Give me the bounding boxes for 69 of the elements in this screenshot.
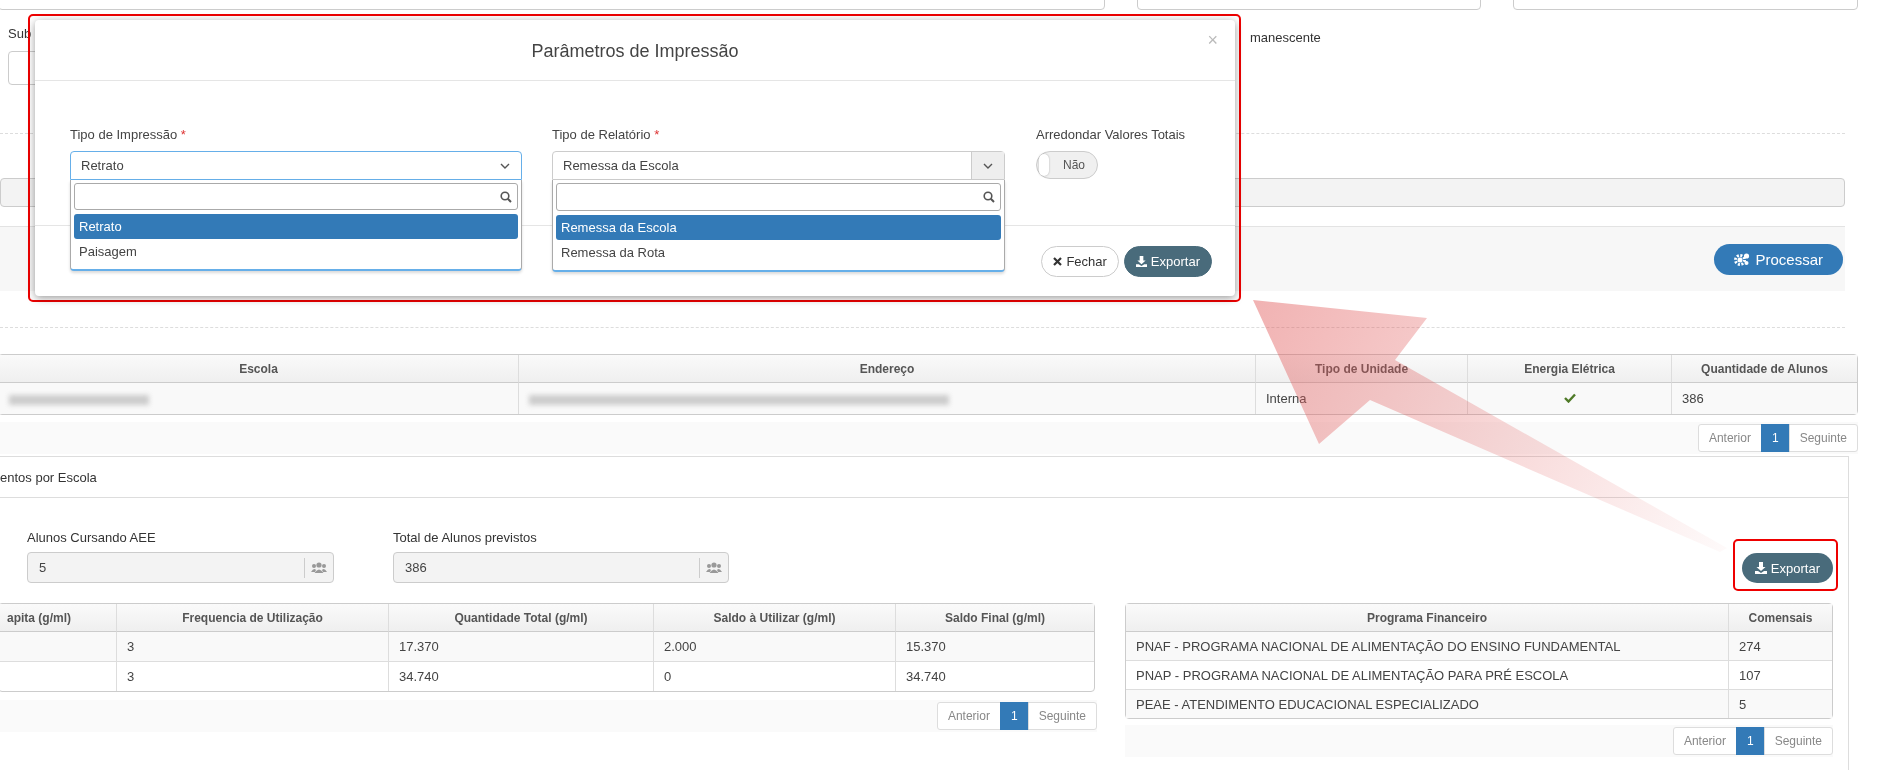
- dropdown-option[interactable]: Paisagem: [74, 239, 518, 264]
- previous-page-button[interactable]: Anterior: [1697, 424, 1762, 452]
- table-cell: 274: [1739, 638, 1761, 654]
- previous-page-button[interactable]: Anterior: [1672, 727, 1737, 755]
- column-header: apita (g/ml): [0, 604, 116, 632]
- field-label: Tipo de Impressão *: [70, 126, 187, 144]
- field-label: manescente: [1250, 29, 1321, 47]
- close-button[interactable]: Fechar: [1041, 246, 1119, 277]
- next-page-button[interactable]: Seguinte: [1763, 727, 1833, 755]
- page-button[interactable]: 1: [1735, 727, 1765, 755]
- users-icon: [311, 561, 327, 574]
- column-header: Escola: [0, 355, 518, 383]
- field-label: Arredondar Valores Totais: [1036, 126, 1186, 144]
- column-header: Energia Elétrica: [1467, 355, 1671, 383]
- column-header: Endereço: [518, 355, 1255, 383]
- input-field: 386: [393, 552, 729, 583]
- search-icon: [983, 191, 995, 203]
- table-cell: 17.370: [399, 639, 439, 654]
- download-icon: [1135, 256, 1147, 267]
- dialog-title: Parâmetros de Impressão: [531, 40, 739, 62]
- select-field[interactable]: Remessa da Escola: [552, 151, 1005, 180]
- next-page-button[interactable]: Seguinte: [1027, 702, 1097, 730]
- toggle-switch[interactable]: Não: [1036, 151, 1098, 179]
- field-label: Total de Alunos previstos: [393, 529, 538, 547]
- page-button[interactable]: 1: [999, 702, 1029, 730]
- column-header: Quantidade de Alunos: [1671, 355, 1857, 383]
- close-icon: [1053, 257, 1063, 266]
- field-label: Tipo de Relatório *: [552, 126, 661, 144]
- export-button[interactable]: Exportar: [1123, 246, 1212, 277]
- column-header: Comensais: [1728, 604, 1832, 632]
- table-cell: 107: [1739, 667, 1761, 683]
- table-cell: PNAP - PROGRAMA NACIONAL DE ALIMENTAÇÃO PARA PRÉ ESCOLA: [1136, 667, 1569, 683]
- dropdown-option[interactable]: Remessa da Escola: [556, 215, 1001, 240]
- table-cell: 34.740: [399, 669, 439, 684]
- input-field: 5: [27, 552, 334, 583]
- panel-title: entos por Escola: [0, 469, 97, 485]
- previous-page-button[interactable]: Anterior: [936, 702, 1001, 730]
- column-header: Saldo à Utilizar (g/ml): [653, 604, 895, 632]
- table-cell: 2.000: [664, 639, 697, 654]
- next-page-button[interactable]: Seguinte: [1788, 424, 1858, 452]
- field-label: Alunos Cursando AEE: [27, 529, 157, 547]
- download-icon: [1754, 562, 1767, 574]
- table-cell: 386: [1682, 391, 1704, 406]
- table-cell: 34.740: [906, 669, 946, 684]
- table-cell: Interna: [1266, 391, 1307, 406]
- column-header: Programa Financeiro: [1126, 604, 1728, 632]
- search-field[interactable]: [556, 183, 1001, 211]
- caret-icon: [983, 162, 993, 169]
- select-field[interactable]: Retrato: [70, 151, 522, 180]
- caret-icon: [500, 162, 510, 169]
- page-button[interactable]: 1: [1760, 424, 1790, 452]
- export-button[interactable]: Exportar: [1741, 553, 1833, 583]
- column-header: Frequencia de Utilização: [116, 604, 388, 632]
- gears-icon: [1734, 252, 1751, 266]
- table-cell: PEAE - ATENDIMENTO EDUCACIONAL ESPECIALIZADO: [1136, 696, 1479, 712]
- table-cell: 3: [127, 669, 135, 684]
- processar-button[interactable]: Processar: [1714, 243, 1843, 275]
- search-icon: [500, 190, 512, 203]
- table-cell: 3: [127, 639, 135, 654]
- table-cell: 5: [1739, 696, 1747, 712]
- dropdown-option[interactable]: Remessa da Rota: [556, 240, 1001, 265]
- column-header: Quantidade Total (g/ml): [388, 604, 653, 632]
- dropdown-option[interactable]: Retrato: [74, 214, 518, 239]
- table-cell: 15.370: [906, 639, 946, 654]
- table-cell: PNAF - PROGRAMA NACIONAL DE ALIMENTAÇÃO DO ENSINO FUNDAMENTAL: [1136, 638, 1621, 654]
- column-header: Saldo Final (g/ml): [895, 604, 1094, 632]
- users-icon: [706, 561, 722, 574]
- search-field[interactable]: [74, 183, 518, 210]
- table-cell: 0: [664, 669, 672, 684]
